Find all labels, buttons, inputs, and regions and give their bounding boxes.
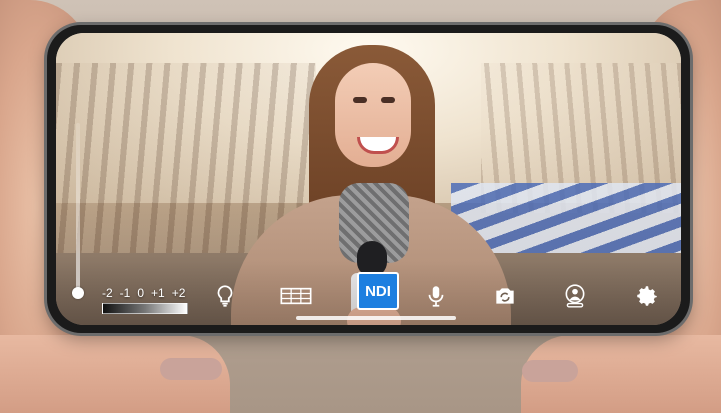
microphone-button[interactable] (421, 281, 451, 311)
ev-label: +1 (151, 286, 165, 300)
exposure-slider-handle[interactable] (72, 287, 84, 299)
lightbulb-icon (217, 285, 233, 307)
ev-label: -1 (119, 286, 131, 300)
switch-camera-icon (496, 288, 514, 304)
gear-icon (637, 286, 657, 306)
subject-eye (353, 97, 367, 103)
remote-user-icon (565, 284, 585, 308)
grid-icon (280, 287, 312, 305)
grid-button[interactable] (276, 281, 316, 311)
ev-scale-labels: -2 -1 0 +1 +2 (102, 286, 185, 300)
left-thumbnail (160, 358, 222, 380)
ev-label: 0 (137, 286, 145, 300)
microphone-icon (428, 286, 444, 307)
ev-gradient-bar[interactable] (102, 303, 188, 314)
ev-label: +2 (171, 286, 186, 300)
phone-frame: -2 -1 0 +1 +2 NDI (47, 25, 690, 333)
settings-button[interactable] (632, 281, 662, 311)
flashlight-button[interactable] (210, 281, 240, 311)
right-thumbnail (522, 360, 578, 382)
home-indicator[interactable] (296, 316, 456, 320)
ndi-button[interactable]: NDI (357, 272, 399, 310)
subject-eye (381, 97, 395, 103)
remote-user-button[interactable] (560, 281, 590, 311)
exposure-slider[interactable] (76, 123, 80, 293)
ev-label: -2 (102, 286, 113, 300)
switch-camera-button[interactable] (490, 281, 520, 311)
camera-viewfinder[interactable]: -2 -1 0 +1 +2 NDI (56, 33, 681, 325)
